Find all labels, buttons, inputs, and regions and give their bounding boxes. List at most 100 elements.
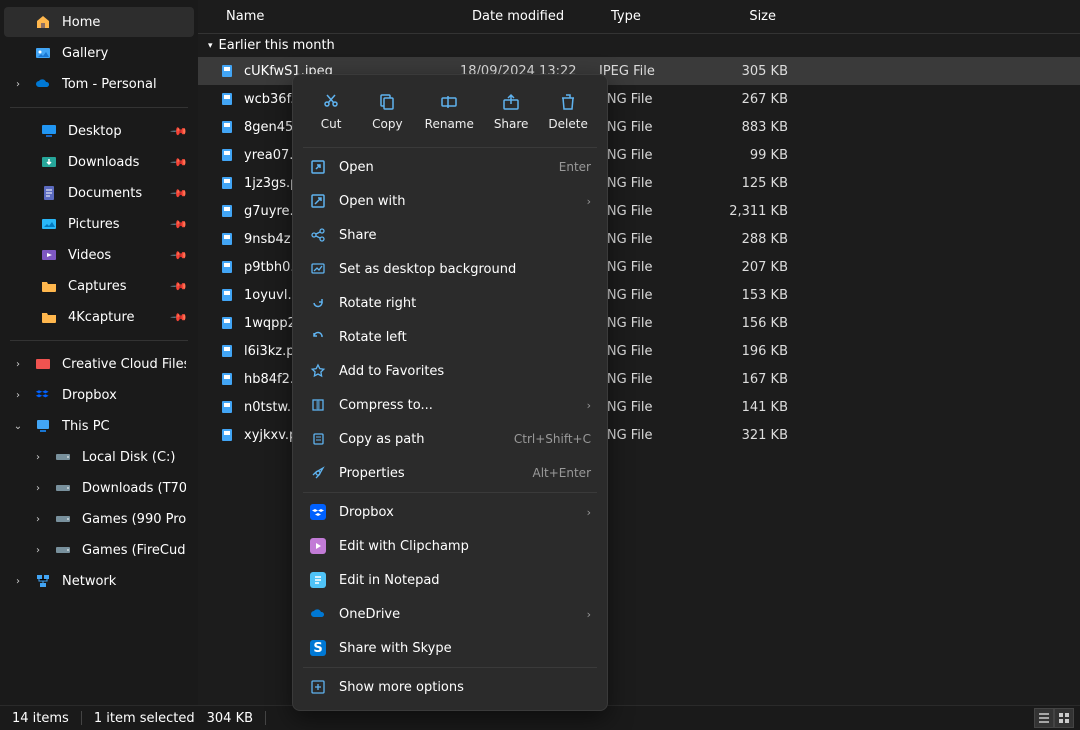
chevron-right-icon[interactable]: › <box>32 483 44 494</box>
cm-share-button[interactable]: Share <box>484 87 538 135</box>
file-icon <box>218 92 236 106</box>
cm-label: Share with Skype <box>339 641 591 656</box>
status-items: 14 items <box>12 711 69 726</box>
file-icon <box>218 316 236 330</box>
nav-item-this-pc[interactable]: ⌄ This PC <box>4 411 194 441</box>
cm-item-open-with[interactable]: Open with› <box>299 184 601 218</box>
open-icon <box>309 158 327 176</box>
file-icon <box>218 260 236 274</box>
nav-label: Captures <box>68 279 162 294</box>
nav-item-games-990-pro-e-[interactable]: ›Games (990 Pro) (E:) <box>4 504 194 534</box>
onedrive2-icon <box>309 605 327 623</box>
nav-label: Videos <box>68 248 162 263</box>
cm-rename-button[interactable]: Rename <box>417 87 482 135</box>
column-size[interactable]: Size <box>712 9 788 24</box>
chevron-right-icon[interactable]: › <box>12 359 24 370</box>
file-type: PNG File <box>599 204 712 219</box>
chevron-right-icon[interactable]: › <box>32 452 44 463</box>
cm-item-compress-to-[interactable]: Compress to...› <box>299 388 601 422</box>
copy-icon <box>376 91 398 113</box>
cm-item-add-to-favorites[interactable]: Add to Favorites <box>299 354 601 388</box>
nav-separator <box>10 107 188 108</box>
cm-item-share-with-skype[interactable]: S Share with Skype <box>299 631 601 665</box>
cm-item-set-as-desktop-background[interactable]: Set as desktop background <box>299 252 601 286</box>
file-type: PNG File <box>599 260 712 275</box>
network-icon <box>34 572 52 590</box>
cm-item-share[interactable]: Share <box>299 218 601 252</box>
nav-item-creative-cloud-files[interactable]: ›Creative Cloud Files <box>4 349 194 379</box>
column-type[interactable]: Type <box>599 9 712 24</box>
column-name[interactable]: Name <box>198 9 460 24</box>
details-view-button[interactable] <box>1034 708 1054 728</box>
chevron-right-icon[interactable]: › <box>32 514 44 525</box>
cm-item-dropbox[interactable]: Dropbox› <box>299 495 601 529</box>
nav-item-videos[interactable]: Videos📌 <box>4 240 194 270</box>
column-date[interactable]: Date modified <box>460 9 599 24</box>
nav-label: Tom - Personal <box>62 77 186 92</box>
cm-item-rotate-left[interactable]: Rotate left <box>299 320 601 354</box>
dropbox-icon <box>34 386 52 404</box>
delete-icon <box>557 91 579 113</box>
cm-item-edit-in-notepad[interactable]: Edit in Notepad <box>299 563 601 597</box>
file-type: JPEG File <box>599 64 712 79</box>
nav-item-games-firecuda-530-f-[interactable]: ›Games (FireCuda 530) (F:) <box>4 535 194 565</box>
file-size: 167 KB <box>712 372 788 387</box>
nav-item-tom-personal[interactable]: › Tom - Personal <box>4 69 194 99</box>
folder-icon <box>40 277 58 295</box>
nav-label: Local Disk (C:) <box>82 450 186 465</box>
file-icon <box>218 148 236 162</box>
cm-item-copy-as-path[interactable]: Copy as pathCtrl+Shift+C <box>299 422 601 456</box>
cm-top-label: Rename <box>425 117 474 131</box>
cm-item-edit-with-clipchamp[interactable]: Edit with Clipchamp <box>299 529 601 563</box>
chevron-right-icon[interactable]: › <box>32 545 44 556</box>
cm-item-rotate-right[interactable]: Rotate right <box>299 286 601 320</box>
cm-copy-button[interactable]: Copy <box>360 87 414 135</box>
file-size: 196 KB <box>712 344 788 359</box>
cm-item-open[interactable]: OpenEnter <box>299 150 601 184</box>
nav-label: This PC <box>62 419 186 434</box>
nav-item-4kcapture[interactable]: 4Kcapture📌 <box>4 302 194 332</box>
file-size: 2,311 KB <box>712 204 788 219</box>
chevron-right-icon[interactable]: › <box>12 576 24 587</box>
skype-icon: S <box>309 639 327 657</box>
nav-item-pictures[interactable]: Pictures📌 <box>4 209 194 239</box>
nav-item-downloads-t700-d-[interactable]: ›Downloads (T700) (D:) <box>4 473 194 503</box>
cm-cut-button[interactable]: Cut <box>304 87 358 135</box>
file-size: 156 KB <box>712 316 788 331</box>
nav-item-home[interactable]: Home <box>4 7 194 37</box>
cm-item-show-more-options[interactable]: Show more options <box>299 670 601 704</box>
nav-item-downloads[interactable]: Downloads📌 <box>4 147 194 177</box>
chevron-down-icon[interactable]: ⌄ <box>12 421 24 432</box>
nav-item-gallery[interactable]: Gallery <box>4 38 194 68</box>
cm-item-onedrive[interactable]: OneDrive› <box>299 597 601 631</box>
sidebar: HomeGallery › Tom - Personal Desktop📌Downl… <box>0 0 198 705</box>
chevron-right-icon[interactable]: › <box>12 79 24 90</box>
cm-label: Compress to... <box>339 398 575 413</box>
nav-item-dropbox[interactable]: ›Dropbox <box>4 380 194 410</box>
status-size: 304 KB <box>207 711 253 726</box>
cm-delete-button[interactable]: Delete <box>540 87 595 135</box>
nav-item-captures[interactable]: Captures📌 <box>4 271 194 301</box>
cm-label: Rotate right <box>339 296 591 311</box>
videos-icon <box>40 246 58 264</box>
nav-item-local-disk-c-[interactable]: › Local Disk (C:) <box>4 442 194 472</box>
tiles-view-button[interactable] <box>1054 708 1074 728</box>
file-icon <box>218 204 236 218</box>
home-icon <box>34 13 52 31</box>
file-type: PNG File <box>599 344 712 359</box>
rename-icon <box>438 91 460 113</box>
file-type: PNG File <box>599 92 712 107</box>
nav-item-documents[interactable]: Documents📌 <box>4 178 194 208</box>
file-icon <box>218 428 236 442</box>
file-type: PNG File <box>599 120 712 135</box>
share-icon <box>500 91 522 113</box>
notepad-icon <box>309 571 327 589</box>
drive-icon <box>54 448 72 466</box>
cut-icon <box>320 91 342 113</box>
chevron-right-icon[interactable]: › <box>12 390 24 401</box>
cm-item-properties[interactable]: PropertiesAlt+Enter <box>299 456 601 490</box>
nav-item-network[interactable]: ›Network <box>4 566 194 596</box>
nav-item-desktop[interactable]: Desktop📌 <box>4 116 194 146</box>
file-size: 267 KB <box>712 92 788 107</box>
group-header[interactable]: ▾ Earlier this month <box>198 34 1080 57</box>
